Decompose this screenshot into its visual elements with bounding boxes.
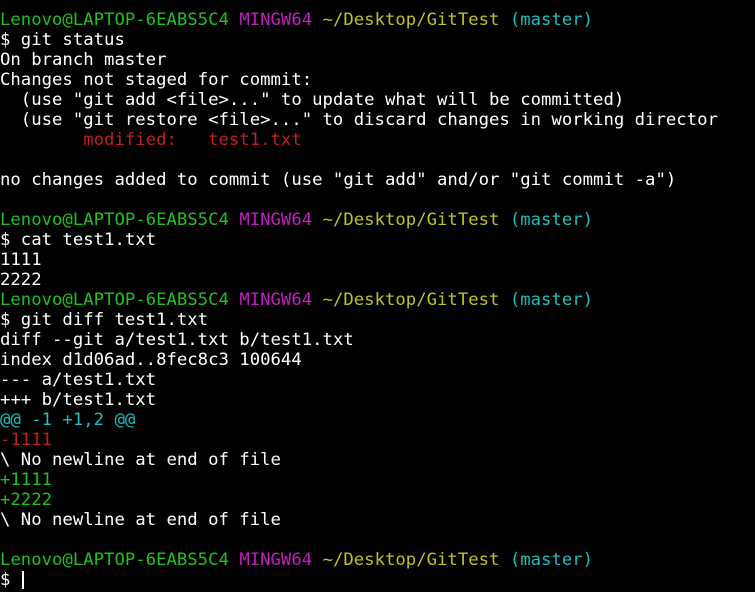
diff-no-newline-note: \ No newline at end of file [0, 450, 281, 470]
output-line: 2222 [0, 270, 42, 290]
prompt-path: ~/Desktop/GitTest [322, 10, 500, 30]
diff-header-line: diff --git a/test1.txt b/test1.txt [0, 330, 354, 350]
shell-prompt: Lenovo@LAPTOP-6EABS5C4 MINGW64 ~/Desktop… [0, 210, 755, 230]
terminal-window[interactable]: Lenovo@LAPTOP-6EABS5C4 MINGW64 ~/Desktop… [0, 0, 755, 592]
diff-removed-line: -1111 [0, 430, 53, 450]
shell-prompt: Lenovo@LAPTOP-6EABS5C4 MINGW64 ~/Desktop… [0, 10, 755, 30]
prompt-user-host: Lenovo@LAPTOP-6EABS5C4 [0, 550, 229, 570]
diff-added-line: +2222 [0, 490, 53, 510]
command-line: $ git diff test1.txt [0, 310, 209, 330]
diff-added-line: +1111 [0, 470, 53, 490]
diff-new-file-line: +++ b/test1.txt [0, 390, 157, 410]
output-line: (use "git restore <file>..." to discard … [0, 110, 718, 130]
prompt-path: ~/Desktop/GitTest [322, 210, 500, 230]
prompt-user-host: Lenovo@LAPTOP-6EABS5C4 [0, 10, 229, 30]
modified-file-line: modified: test1.txt [0, 130, 302, 150]
prompt-branch: (master) [509, 290, 594, 310]
prompt-path: ~/Desktop/GitTest [322, 290, 500, 310]
diff-no-newline-note: \ No newline at end of file [0, 510, 281, 530]
input-prompt-symbol: $ [0, 570, 21, 590]
command-line: $ git status [0, 30, 125, 50]
shell-prompt: Lenovo@LAPTOP-6EABS5C4 MINGW64 ~/Desktop… [0, 550, 755, 570]
prompt-shell: MINGW64 [239, 290, 313, 310]
prompt-branch: (master) [509, 10, 594, 30]
prompt-branch: (master) [509, 550, 594, 570]
output-line: Changes not staged for commit: [0, 70, 313, 90]
prompt-shell: MINGW64 [239, 10, 313, 30]
command-line: $ cat test1.txt [0, 230, 157, 250]
diff-old-file-line: --- a/test1.txt [0, 370, 157, 390]
output-line: (use "git add <file>..." to update what … [0, 90, 625, 110]
prompt-shell: MINGW64 [239, 550, 313, 570]
output-line: On branch master [0, 50, 167, 70]
prompt-user-host: Lenovo@LAPTOP-6EABS5C4 [0, 290, 229, 310]
diff-hunk-header: @@ -1 +1,2 @@ [0, 410, 136, 430]
output-line: 1111 [0, 250, 42, 270]
diff-index-line: index d1d06ad..8fec8c3 100644 [0, 350, 302, 370]
prompt-user-host: Lenovo@LAPTOP-6EABS5C4 [0, 210, 229, 230]
output-line: no changes added to commit (use "git add… [0, 170, 677, 190]
command-input-line[interactable]: $ [0, 570, 755, 590]
prompt-branch: (master) [509, 210, 594, 230]
text-cursor [21, 571, 24, 589]
shell-prompt: Lenovo@LAPTOP-6EABS5C4 MINGW64 ~/Desktop… [0, 290, 755, 310]
prompt-path: ~/Desktop/GitTest [322, 550, 500, 570]
prompt-shell: MINGW64 [239, 210, 313, 230]
